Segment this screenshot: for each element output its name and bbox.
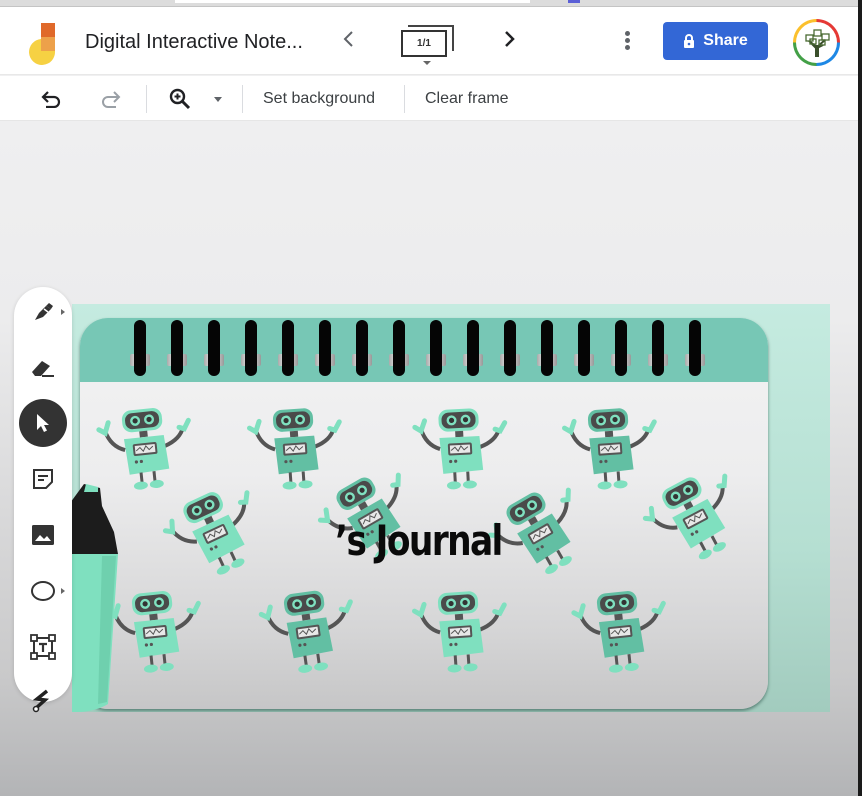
tool-pen[interactable] bbox=[19, 288, 67, 336]
previous-frame-button[interactable] bbox=[338, 27, 360, 55]
browser-tab[interactable] bbox=[175, 0, 530, 3]
frame-bar-toggle[interactable]: 1/1 bbox=[398, 22, 460, 67]
spiral-ring bbox=[689, 320, 701, 376]
spiral-ring bbox=[578, 320, 590, 376]
toolbar-divider bbox=[146, 85, 147, 113]
undo-icon bbox=[41, 91, 61, 108]
window-edge bbox=[858, 0, 862, 796]
spiral-ring bbox=[615, 320, 627, 376]
submenu-caret-icon bbox=[61, 309, 65, 315]
chevron-right-icon bbox=[505, 31, 515, 47]
robot-sticker bbox=[91, 398, 200, 498]
more-options-button[interactable] bbox=[620, 29, 634, 55]
spiral-binding bbox=[80, 318, 768, 388]
submenu-caret-icon bbox=[61, 588, 65, 594]
spiral-ring bbox=[208, 320, 220, 376]
tool-sticky-note[interactable] bbox=[19, 455, 67, 503]
next-frame-button[interactable] bbox=[498, 27, 520, 55]
spiral-ring bbox=[134, 320, 146, 376]
frame-counter-label: 1/1 bbox=[401, 30, 447, 57]
caret-down-icon bbox=[423, 61, 431, 65]
text-box-icon bbox=[30, 634, 56, 660]
journal-title[interactable]: ’s Journal bbox=[335, 516, 503, 565]
document-title[interactable]: Digital Interactive Note... bbox=[85, 31, 303, 54]
spiral-ring bbox=[430, 320, 442, 376]
robot-sticker bbox=[242, 400, 348, 497]
tool-eraser[interactable] bbox=[19, 344, 67, 392]
set-background-button[interactable]: Set background bbox=[263, 84, 375, 114]
highlighter-marker-image[interactable] bbox=[72, 484, 127, 712]
redo-icon bbox=[102, 91, 121, 108]
robot-sticker bbox=[407, 583, 513, 680]
toolbar-divider bbox=[242, 85, 243, 113]
zoom-button[interactable] bbox=[165, 84, 195, 114]
toolbar-divider bbox=[404, 85, 405, 113]
image-icon bbox=[32, 525, 54, 545]
tree-icon bbox=[804, 28, 830, 57]
robot-sticker bbox=[408, 400, 513, 495]
spiral-ring bbox=[282, 320, 294, 376]
more-vert-icon bbox=[624, 31, 630, 36]
app-header: Digital Interactive Note... 1/1 Share bbox=[0, 7, 858, 75]
eraser-icon bbox=[32, 361, 54, 377]
laser-icon bbox=[32, 689, 50, 713]
robot-sticker bbox=[566, 581, 675, 681]
spiral-ring bbox=[356, 320, 368, 376]
clear-frame-button[interactable]: Clear frame bbox=[425, 84, 509, 114]
spiral-ring bbox=[504, 320, 516, 376]
sticky-note-icon bbox=[33, 469, 53, 489]
tool-image[interactable] bbox=[19, 511, 67, 559]
chevron-left-icon bbox=[343, 31, 353, 47]
circle-icon bbox=[31, 581, 55, 601]
spiral-ring bbox=[393, 320, 405, 376]
tool-shape[interactable] bbox=[19, 567, 67, 615]
caret-down-icon bbox=[214, 96, 222, 102]
tool-select[interactable] bbox=[19, 399, 67, 447]
lock-icon bbox=[684, 34, 695, 48]
spiral-ring bbox=[171, 320, 183, 376]
spiral-ring bbox=[467, 320, 479, 376]
pen-icon bbox=[35, 303, 53, 320]
tool-rail bbox=[14, 287, 72, 713]
browser-indicator bbox=[568, 0, 580, 3]
jam-canvas[interactable]: ’s Journal bbox=[72, 304, 830, 712]
share-button[interactable]: Share bbox=[663, 22, 768, 60]
zoom-dropdown[interactable] bbox=[208, 84, 228, 114]
account-avatar[interactable] bbox=[793, 19, 840, 66]
jamboard-logo-icon[interactable] bbox=[25, 21, 61, 65]
notebook-background: ’s Journal bbox=[80, 318, 768, 709]
spiral-ring bbox=[652, 320, 664, 376]
robot-sticker bbox=[557, 400, 663, 497]
undo-button[interactable] bbox=[37, 84, 67, 114]
browser-tab-strip bbox=[0, 0, 862, 7]
robot-sticker bbox=[252, 579, 364, 682]
tool-text-box[interactable] bbox=[19, 623, 67, 671]
pointer-icon bbox=[37, 414, 49, 432]
tool-laser[interactable] bbox=[19, 677, 67, 725]
spiral-ring bbox=[541, 320, 553, 376]
edit-toolbar: Set background Clear frame bbox=[0, 76, 858, 121]
redo-button[interactable] bbox=[95, 84, 125, 114]
share-label: Share bbox=[703, 32, 748, 49]
zoom-in-icon bbox=[169, 88, 191, 110]
spiral-ring bbox=[245, 320, 257, 376]
spiral-ring bbox=[319, 320, 331, 376]
